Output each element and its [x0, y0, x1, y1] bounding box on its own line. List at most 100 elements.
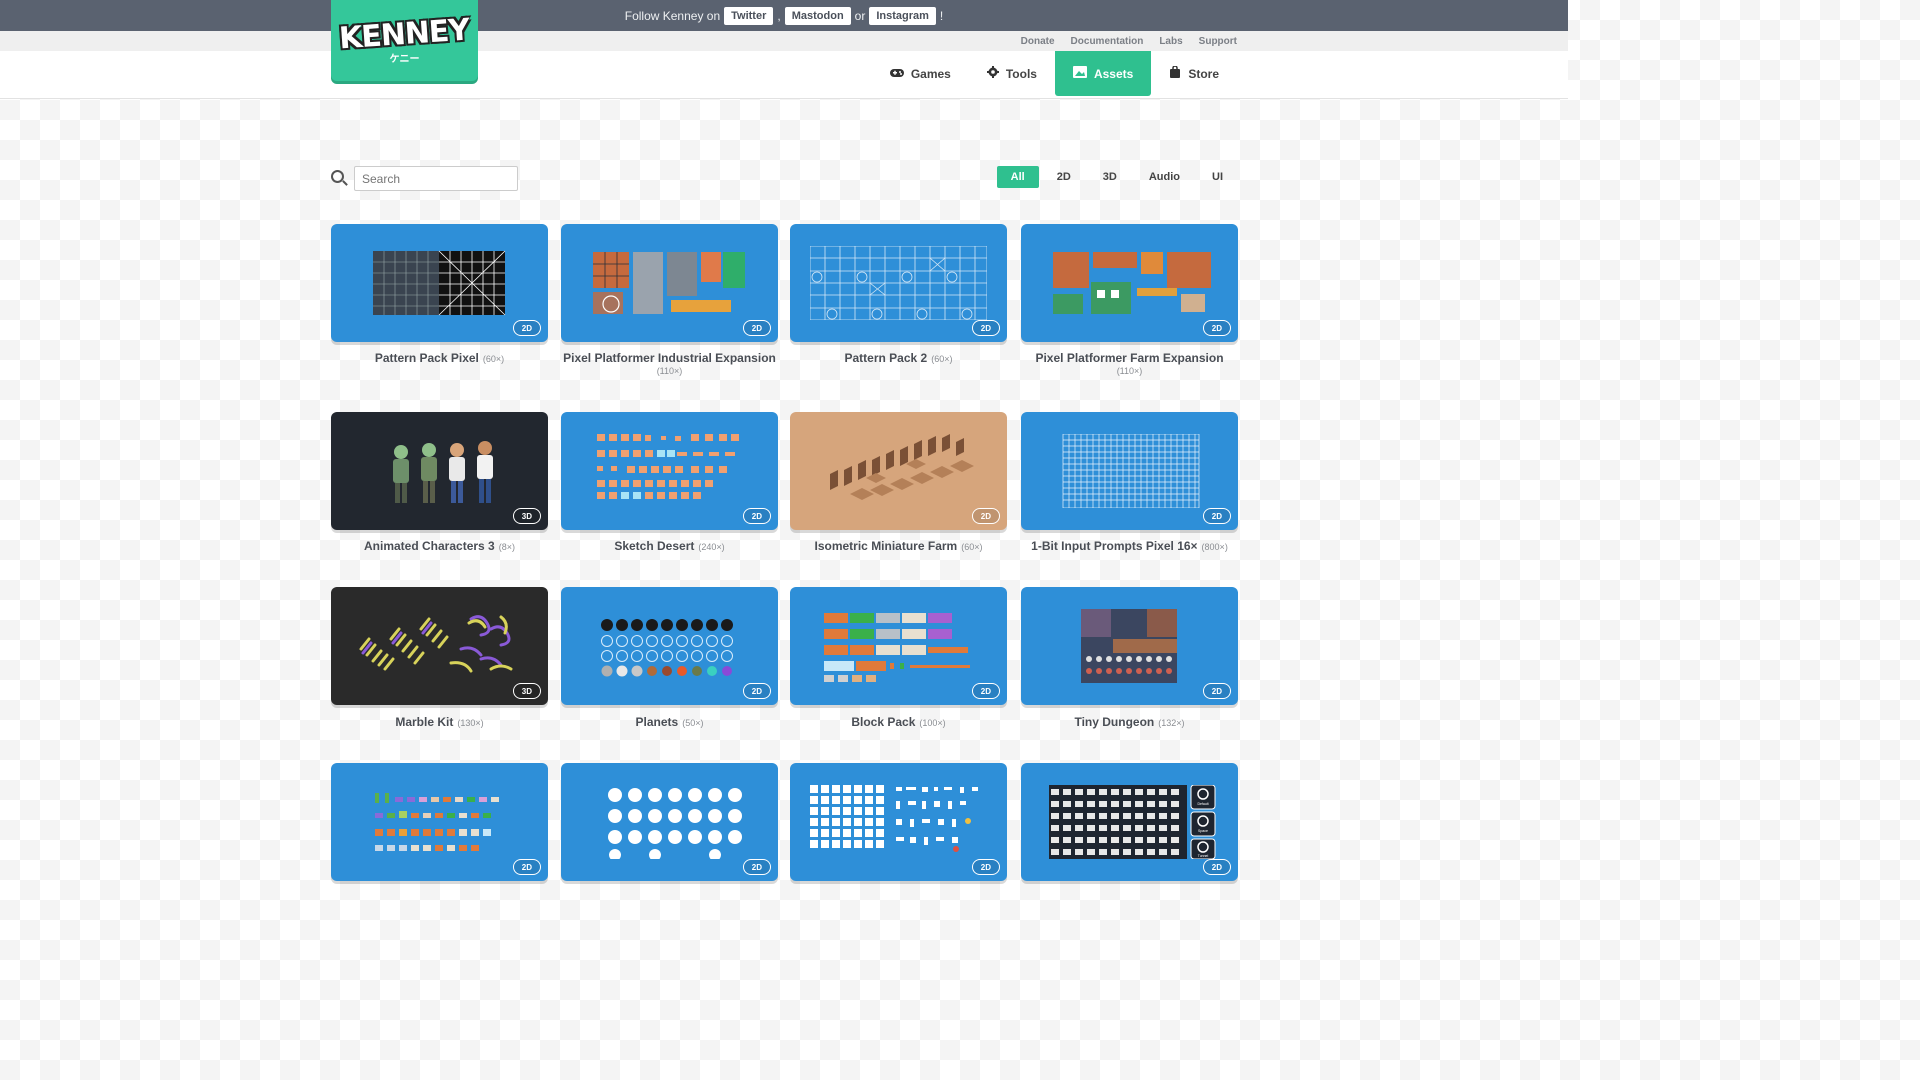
asset-thumbnail [601, 619, 733, 677]
asset-title: Pattern Pack 2 [844, 351, 928, 365]
asset-caption[interactable]: Animated Characters 3 (8×) [331, 539, 548, 553]
asset-count: (800×) [1201, 542, 1228, 552]
nav-store[interactable]: Store [1151, 51, 1237, 96]
asset-title: Tiny Dungeon [1074, 715, 1155, 729]
kenney-logo[interactable]: KENNEY ケニー [331, 0, 478, 81]
asset-caption[interactable]: Planets (50×) [561, 715, 778, 729]
asset-card[interactable]: 2D [790, 412, 1007, 530]
asset-card[interactable]: 2D [561, 763, 778, 881]
asset-caption[interactable]: Sketch Desert (240×) [561, 539, 778, 553]
secondary-links: Donate Documentation Labs Support [1021, 36, 1237, 47]
asset-caption[interactable]: Tiny Dungeon (132×) [1021, 715, 1238, 729]
asset-thumbnail [810, 785, 978, 852]
prompt-label-space: Space [1198, 829, 1208, 833]
asset-caption[interactable]: Pattern Pack 2 (60×) [790, 351, 1007, 365]
nav-tools-label: Tools [1005, 66, 1037, 81]
asset-card[interactable]: 2D [1021, 412, 1238, 530]
asset-thumbnail [375, 793, 499, 851]
gear-icon [986, 66, 999, 81]
filter-audio[interactable]: Audio [1135, 166, 1194, 188]
asset-count: (8×) [498, 542, 515, 552]
asset-card[interactable]: 2D [561, 412, 778, 530]
instagram-link[interactable]: Instagram [869, 6, 936, 25]
type-badge: 2D [971, 320, 1000, 336]
type-badge: 2D [512, 320, 541, 336]
asset-thumbnail [810, 246, 987, 320]
asset-card[interactable]: 2D [331, 224, 548, 342]
asset-title: Isometric Miniature Farm [814, 539, 958, 553]
image-icon [1072, 66, 1087, 81]
asset-card[interactable]: 2D [331, 763, 548, 881]
type-badge: 2D [971, 859, 1000, 875]
asset-card[interactable]: 2D [790, 763, 1007, 881]
asset-thumbnail [824, 613, 970, 682]
prompt-label-tunnel: Tunnel [1198, 854, 1209, 858]
asset-caption[interactable]: Block Pack (100×) [790, 715, 1007, 729]
asset-thumbnail: Default Space Tunnel [1049, 785, 1216, 859]
asset-count: (130×) [457, 718, 484, 728]
mastodon-link[interactable]: Mastodon [784, 6, 851, 25]
type-badge: 3D [512, 683, 541, 699]
twitter-link[interactable]: Twitter [724, 6, 774, 25]
asset-card[interactable]: 3D [331, 587, 548, 705]
filter-3d[interactable]: 3D [1089, 166, 1131, 188]
asset-thumbnail [830, 434, 974, 500]
donate-link[interactable]: Donate [1021, 36, 1055, 47]
type-badge: 2D [1202, 320, 1231, 336]
support-link[interactable]: Support [1199, 36, 1237, 47]
asset-title: Block Pack [851, 715, 916, 729]
asset-count: (110×) [656, 366, 683, 376]
gamepad-icon [889, 66, 904, 81]
asset-thumbnail [393, 441, 493, 503]
secondary-bar [0, 31, 1568, 51]
asset-caption[interactable]: 1-Bit Input Prompts Pixel 16× (800×) [1021, 539, 1238, 553]
asset-count: (132×) [1158, 718, 1185, 728]
asset-caption[interactable]: Pixel Platformer Industrial Expansion (11… [561, 351, 778, 376]
asset-count: (110×) [1116, 366, 1143, 376]
asset-card[interactable]: 2D [1021, 224, 1238, 342]
search-icon [331, 170, 344, 183]
main-navbar [0, 51, 1568, 99]
type-badge: 2D [1202, 859, 1231, 875]
asset-caption[interactable]: Marble Kit (130×) [331, 715, 548, 729]
nav-games[interactable]: Games [872, 51, 969, 96]
nav-tools[interactable]: Tools [969, 51, 1055, 96]
asset-card[interactable]: Default Space Tunnel 2D [1021, 763, 1238, 881]
asset-caption[interactable]: Isometric Miniature Farm (60×) [790, 539, 1007, 553]
asset-card[interactable]: 2D [561, 224, 778, 342]
filter-all[interactable]: All [996, 166, 1039, 188]
comma: , [777, 8, 781, 23]
type-badge: 2D [742, 508, 771, 524]
asset-count: (60×) [482, 354, 505, 364]
asset-thumbnail [1062, 434, 1200, 508]
asset-card[interactable]: 2D [561, 587, 778, 705]
follow-text: Follow Kenney on [624, 8, 721, 23]
asset-card[interactable]: 2D [790, 587, 1007, 705]
asset-title: Sketch Desert [614, 539, 695, 553]
documentation-link[interactable]: Documentation [1071, 36, 1144, 47]
category-filters: All 2D 3D Audio UI [996, 166, 1237, 188]
filter-ui[interactable]: UI [1198, 166, 1237, 188]
follow-bar: Follow Kenney on Twitter , Mastodon or I… [0, 0, 1568, 31]
nav-assets[interactable]: Assets [1054, 51, 1152, 96]
asset-thumbnail [597, 434, 739, 499]
asset-card[interactable]: 3D [331, 412, 548, 530]
asset-caption[interactable]: Pattern Pack Pixel (60×) [331, 351, 548, 365]
type-badge: 2D [742, 683, 771, 699]
asset-title: Pixel Platformer Farm Expansion [1035, 351, 1224, 365]
filter-2d[interactable]: 2D [1043, 166, 1085, 188]
nav-assets-label: Assets [1093, 66, 1134, 81]
labs-link[interactable]: Labs [1159, 36, 1182, 47]
search-input[interactable] [354, 166, 518, 191]
asset-count: (240×) [698, 542, 725, 552]
asset-card[interactable]: 2D [790, 224, 1007, 342]
type-badge: 2D [742, 320, 771, 336]
asset-caption[interactable]: Pixel Platformer Farm Expansion (110×) [1021, 351, 1238, 376]
type-badge: 3D [512, 508, 541, 524]
asset-card[interactable]: 2D [1021, 587, 1238, 705]
asset-count: (60×) [931, 354, 953, 364]
or-text: or [854, 8, 866, 23]
type-badge: 2D [742, 859, 771, 875]
asset-thumbnail [359, 615, 513, 673]
asset-title: Pattern Pack Pixel [374, 351, 479, 365]
